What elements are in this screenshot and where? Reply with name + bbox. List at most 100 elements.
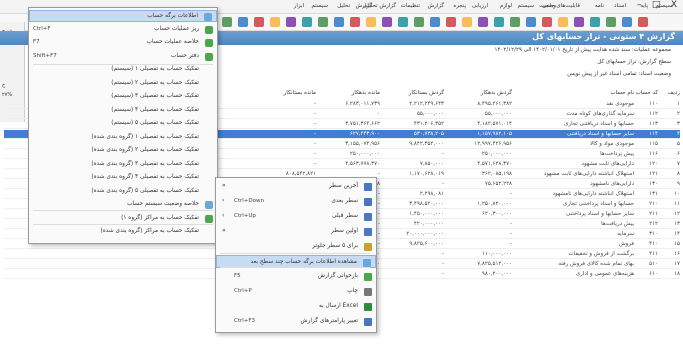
- menu-item-icon: [205, 134, 213, 142]
- column-header: کد حساب: [635, 90, 658, 96]
- menu2-item[interactable]: سطر بعدی Ctrl+Down ›: [216, 195, 376, 208]
- menu2-item[interactable]: سطر قبلی Ctrl+Up ‹: [216, 210, 376, 223]
- table-cell: -: [442, 151, 444, 157]
- menu-item-icon: [364, 243, 372, 251]
- menu1-item[interactable]: تفکیک حساب به مراکز (گروه بندی شده): [29, 226, 217, 238]
- menu1-item[interactable]: تفکیک حساب به تفصیلی ۴ (گروه بندی شده): [29, 172, 217, 184]
- toolbar-icon[interactable]: [270, 17, 280, 27]
- toolbar-icon[interactable]: [558, 17, 568, 27]
- table-cell: -: [378, 201, 380, 207]
- table-cell: ۴,۵۶۳,۷۷۸,۳۷۰: [345, 161, 380, 167]
- toolbar-icon[interactable]: [286, 17, 296, 27]
- menubar-item[interactable]: نامه: [595, 3, 604, 9]
- table-cell: ۰: [377, 111, 380, 117]
- table-cell: سایر حسابها و اسناد پرداختنی: [566, 211, 634, 217]
- table-cell: -: [442, 261, 444, 267]
- minimize-button[interactable]: –: [637, 0, 642, 14]
- menu1-item[interactable]: تفکیک حساب به تفصیلی ۱ (سیستم): [29, 64, 217, 76]
- toolbar-icon[interactable]: [398, 17, 408, 27]
- table-cell: ۱۰: [674, 191, 680, 197]
- menubar-item[interactable]: پنجره: [453, 3, 466, 9]
- toolbar-icon[interactable]: [606, 17, 616, 27]
- menu-item-label: اولین سطر: [331, 228, 358, 234]
- toolbar-icon[interactable]: [366, 17, 376, 27]
- table-cell: -: [378, 221, 380, 227]
- menu2-item[interactable]: چاپ Ctrl+P: [216, 285, 376, 298]
- maximize-button[interactable]: □: [652, 0, 661, 14]
- table-cell: ۸: [677, 171, 680, 177]
- menu1-item[interactable]: تفکیک حساب به تفصیلی ۵ (سیستم): [29, 118, 217, 130]
- close-button[interactable]: X: [671, 0, 677, 14]
- menu-item-label: خلاصه عملیات حساب: [146, 39, 199, 45]
- menu1-item[interactable]: تفکیک حساب به تفصیلی ۲ (گروه بندی شده): [29, 145, 217, 157]
- menu-item-icon: [364, 213, 372, 221]
- table-cell: -: [510, 191, 512, 197]
- menu-item-shortcut: Ctrl+P: [234, 288, 252, 294]
- toolbar-icon[interactable]: [382, 17, 392, 27]
- menubar-item[interactable]: وضعیت: [539, 3, 556, 9]
- toolbar-icon[interactable]: [574, 17, 584, 27]
- toolbar-icon[interactable]: [510, 17, 520, 27]
- toolbar-icon[interactable]: [446, 17, 456, 27]
- table-cell: ۱۱۵: [649, 141, 658, 147]
- menu1-item[interactable]: ریز عملیات حساب Ctrl+F: [29, 24, 217, 36]
- menubar-item[interactable]: ابزار: [294, 3, 304, 9]
- menu1-item[interactable]: اطلاعات برگه حساب: [29, 10, 217, 22]
- toolbar-icon[interactable]: [334, 17, 344, 27]
- table-cell: ۱۲۰: [649, 161, 658, 167]
- toolbar-icon[interactable]: [622, 17, 632, 27]
- menubar-item[interactable]: اسناد: [614, 3, 626, 9]
- menu1-item[interactable]: دفتر حساب Shift+F7: [29, 51, 217, 63]
- menu1-item[interactable]: تفکیک حساب به مراکز (گروه ۱): [29, 213, 217, 225]
- toolbar-icon[interactable]: [430, 17, 440, 27]
- menu1-item[interactable]: تفکیک حساب به تفصیلی ۳ (گروه بندی شده): [29, 159, 217, 171]
- toolbar-icon[interactable]: [526, 17, 536, 27]
- toolbar-icon[interactable]: [462, 17, 472, 27]
- toolbar-icon[interactable]: [350, 17, 360, 27]
- menu2-item[interactable]: برای ۵ سطر جلوتر: [216, 240, 376, 253]
- toolbar-icon[interactable]: [238, 17, 248, 27]
- menubar-item[interactable]: سیستم: [312, 3, 329, 9]
- table-cell: ۷۵,۶۵۲,۲۲۸: [484, 181, 512, 187]
- menu1-item[interactable]: خلاصه عملیات حساب F7: [29, 37, 217, 49]
- menubar-item[interactable]: سیستم: [518, 3, 535, 9]
- menu1-item[interactable]: تفکیک حساب به تفصیلی ۱ (گروه بندی شده): [29, 132, 217, 144]
- menu2-item[interactable]: اولین سطر «: [216, 225, 376, 238]
- toolbar-icon[interactable]: [318, 17, 328, 27]
- toolbar-icon[interactable]: [542, 17, 552, 27]
- menubar-item[interactable]: تحلیل: [337, 3, 350, 9]
- table-cell: ۱,۴۵۰,۰۰۰,۰۰۰: [409, 211, 444, 217]
- menu2-item[interactable]: تغییر پارامترهای گزارش Ctrl+F3: [216, 315, 376, 328]
- table-cell: ۴۲۰,۰۰۰,۰۰۰: [413, 221, 444, 227]
- toolbar-icon[interactable]: [222, 17, 232, 27]
- toolbar-icon[interactable]: [494, 17, 504, 27]
- table-cell: ۴,۱۸۲,۵۷۱,۰۱۴: [477, 121, 512, 127]
- menubar-item[interactable]: ارزیابی: [472, 3, 488, 9]
- menu2-item[interactable]: آخرین سطر »: [216, 180, 376, 193]
- toolbar-icon[interactable]: [638, 17, 648, 27]
- menu2-item[interactable]: ارسال به Excel: [216, 300, 376, 313]
- menu1-item[interactable]: تفکیک حساب به تفصیلی ۳ (سیستم): [29, 91, 217, 103]
- table-cell: ۳,۴۹۸,۵۲۰,۰۰۰: [409, 201, 444, 207]
- menu1-item[interactable]: تفکیک حساب به تفصیلی ۵ (گروه بندی شده): [29, 186, 217, 198]
- menubar-item[interactable]: گزارش: [427, 3, 444, 9]
- menubar-item[interactable]: تنظیمات: [401, 3, 420, 9]
- menu-item-label: بازخوانی گزارش: [317, 273, 358, 279]
- report-info-period: مجموعه عملیات: سند شده هدایت پیش از تاری…: [494, 47, 671, 53]
- table-cell: ۲: [677, 111, 680, 117]
- menubar-item[interactable]: گزارش: [355, 3, 372, 9]
- table-cell: ۲,۲۹۸,۰۸۱: [419, 191, 444, 197]
- table-cell: ۷,۸۲۵,۵۱۲,۰۰۰: [477, 261, 512, 267]
- toolbar-icon[interactable]: [414, 17, 424, 27]
- menu-item-icon: [205, 93, 213, 101]
- toolbar-icon[interactable]: [478, 17, 488, 27]
- toolbar-icon[interactable]: [590, 17, 600, 27]
- toolbar-icon[interactable]: [254, 17, 264, 27]
- toolbar-icon[interactable]: [302, 17, 312, 27]
- menu-item-shortcut: Ctrl+F3: [234, 318, 256, 324]
- menubar-item[interactable]: لوازم: [500, 3, 512, 9]
- menu2-item[interactable]: بازخوانی گزارش F5: [216, 270, 376, 283]
- menu1-item[interactable]: تفکیک حساب به تفصیلی ۴ (سیستم): [29, 105, 217, 117]
- table-cell: ۱۳: [674, 221, 680, 227]
- menu1-item[interactable]: تفکیک حساب به تفصیلی ۲ (سیستم): [29, 78, 217, 90]
